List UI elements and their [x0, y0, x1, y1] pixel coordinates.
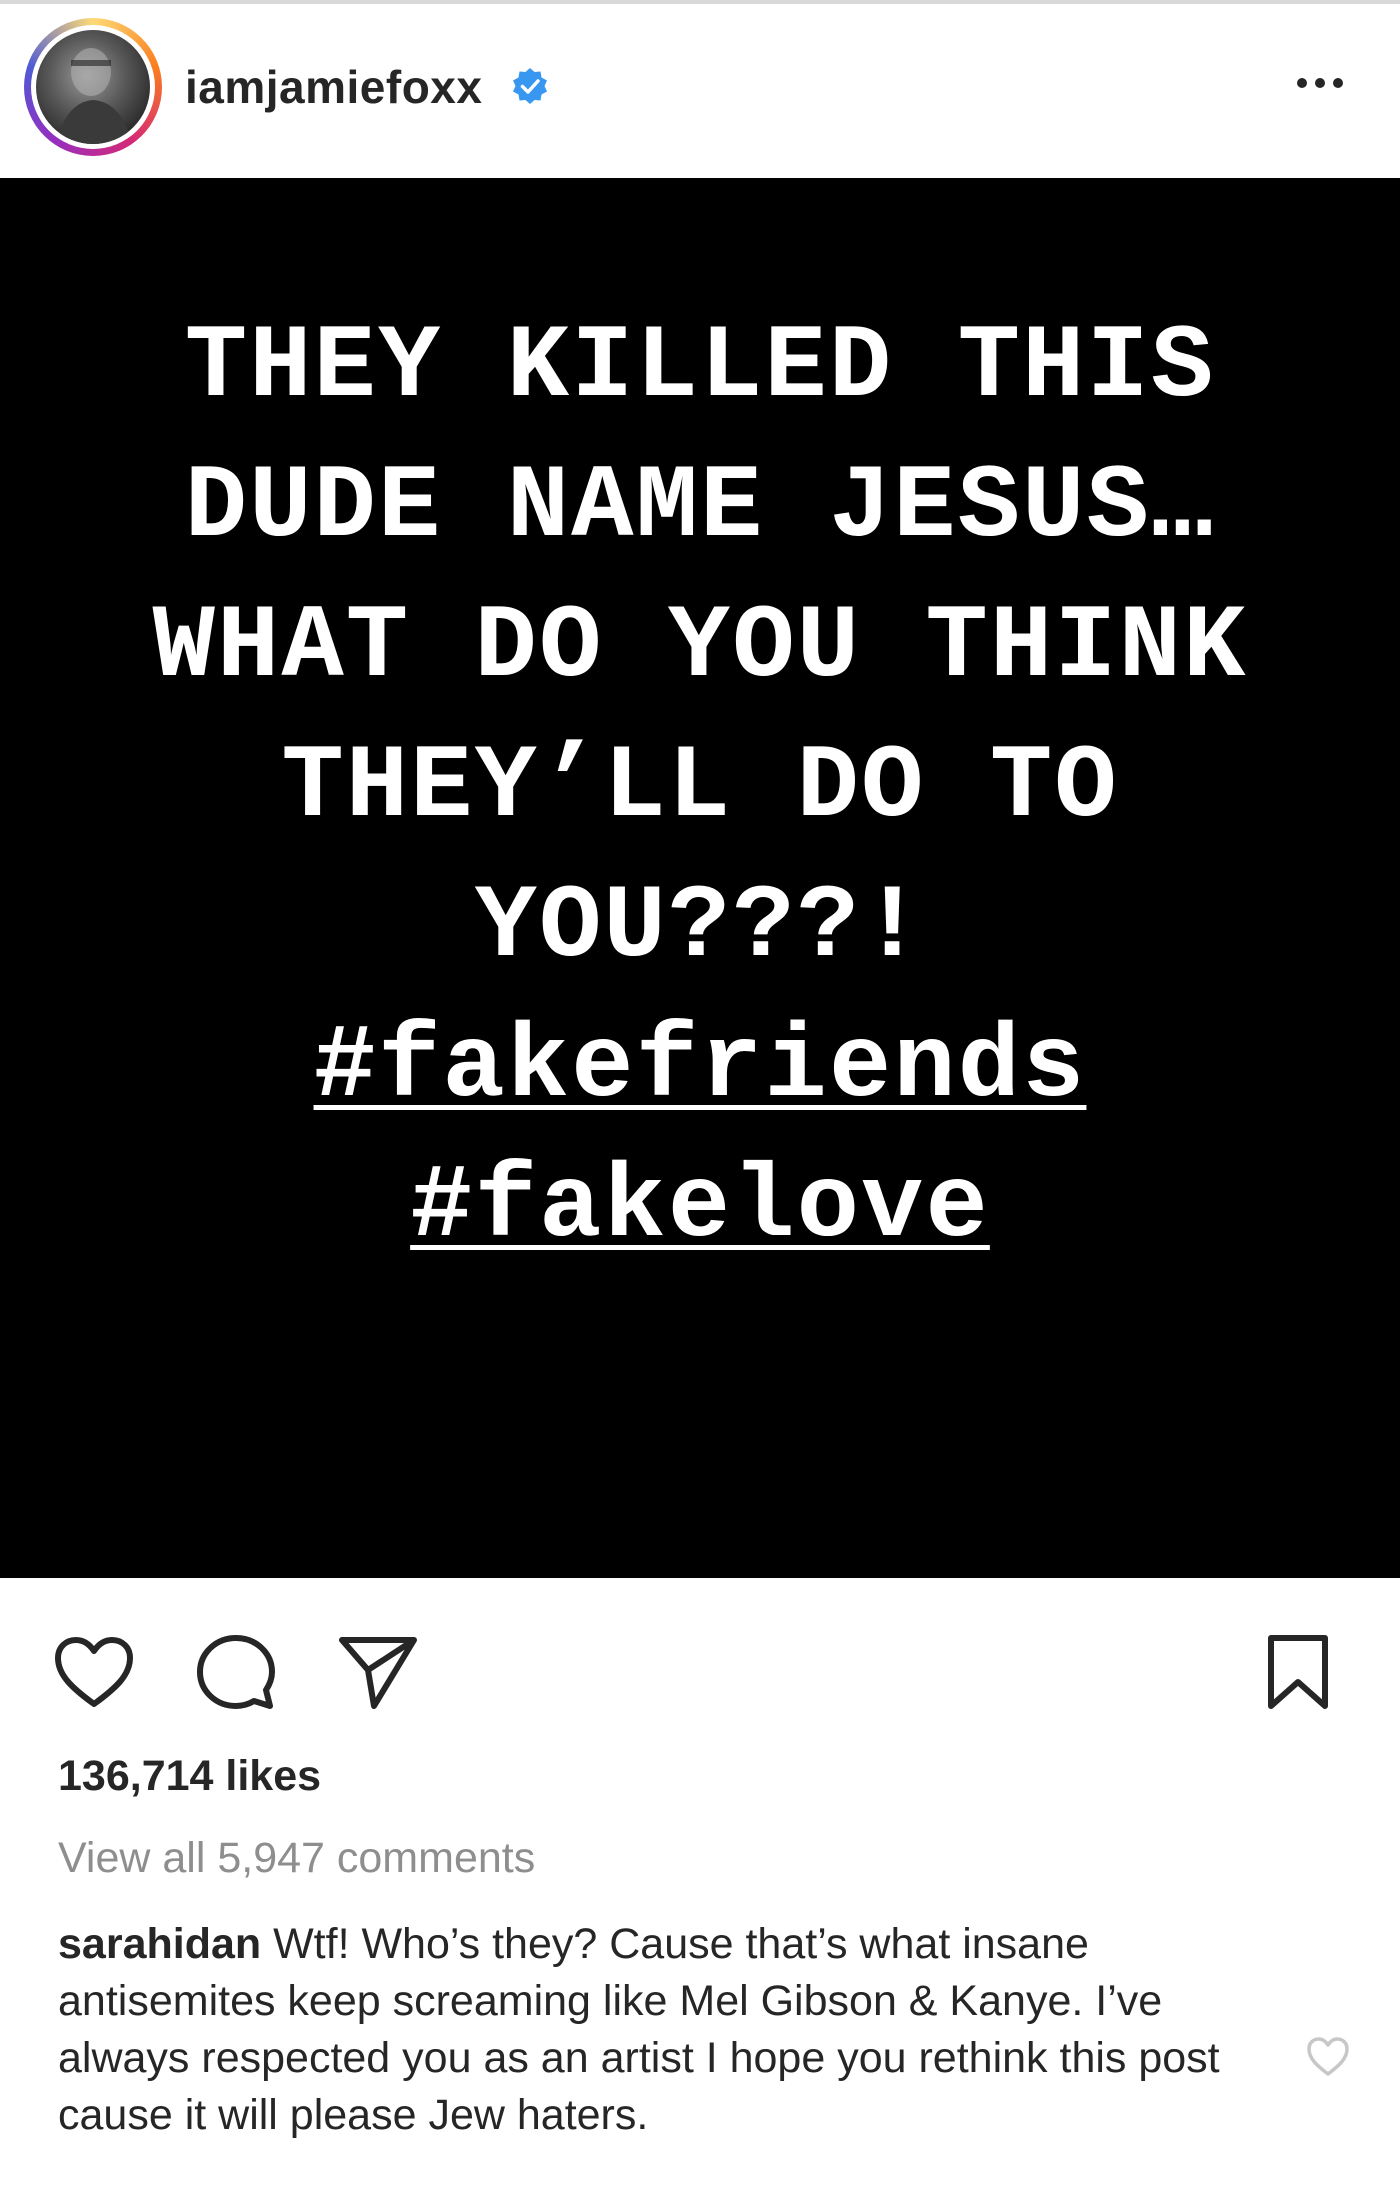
post-image[interactable]: THEY KILLED THIS DUDE NAME JESUS… WHAT D…	[0, 178, 1400, 1578]
post-text-line: YOU???!	[474, 869, 926, 987]
save-button[interactable]	[1250, 1624, 1346, 1720]
comment-button[interactable]	[188, 1624, 284, 1720]
post-username[interactable]: iamjamiefoxx	[185, 60, 482, 114]
post-text-line: THEY KILLED THIS	[184, 309, 1216, 427]
post-text-line: DUDE NAME JESUS…	[184, 449, 1216, 567]
post-text-line: WHAT DO YOU THINK	[152, 589, 1248, 707]
post-text-line: THEY’LL DO TO	[281, 729, 1119, 847]
share-button[interactable]	[330, 1624, 426, 1720]
hashtag-fakefriends: #fakefriends	[313, 1009, 1087, 1127]
heart-icon	[55, 1637, 133, 1707]
post-header: iamjamiefoxx	[0, 8, 1400, 178]
comment-username[interactable]: sarahidan	[58, 1920, 261, 1968]
avatar-story-ring[interactable]	[24, 18, 162, 156]
verified-badge-icon	[513, 68, 547, 104]
post-image-text: THEY KILLED THIS DUDE NAME JESUS… WHAT D…	[0, 298, 1400, 1278]
hashtag-fakelove: #fakelove	[410, 1149, 990, 1267]
view-all-comments-link[interactable]: View all 5,947 comments	[58, 1834, 535, 1883]
instagram-post: iamjamiefoxx THEY KILLED THIS DUDE NAME …	[0, 0, 1400, 2210]
like-button[interactable]	[46, 1624, 142, 1720]
likes-count[interactable]: 136,714 likes	[58, 1752, 321, 1801]
paper-plane-icon	[339, 1637, 417, 1709]
avatar[interactable]	[36, 30, 150, 144]
more-dots-icon[interactable]	[1290, 68, 1350, 98]
comment-bubble-icon	[197, 1635, 275, 1709]
bookmark-icon	[1268, 1635, 1328, 1709]
post-action-bar	[0, 1578, 1400, 1758]
small-heart-icon[interactable]	[1305, 2034, 1351, 2080]
comment: sarahidan Wtf! Who’s they? Cause that’s …	[58, 1916, 1258, 2144]
